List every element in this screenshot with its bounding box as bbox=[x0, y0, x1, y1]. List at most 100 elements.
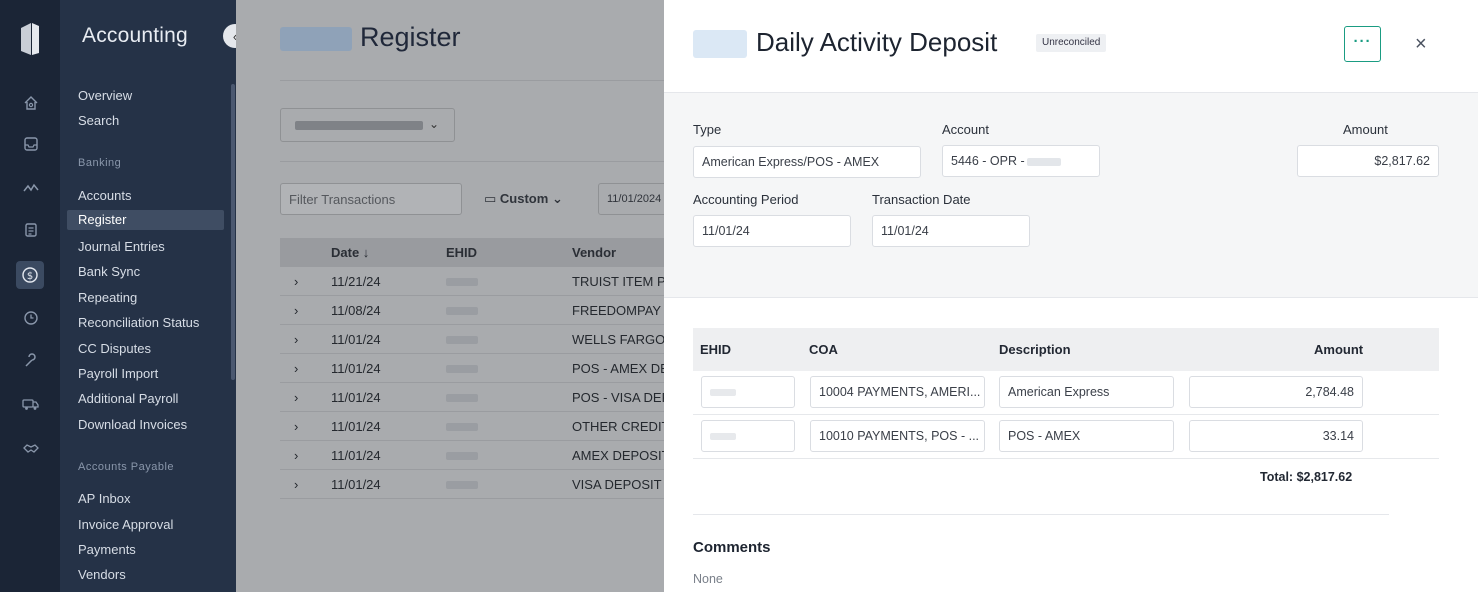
inbox-icon[interactable] bbox=[20, 133, 42, 155]
wrench-icon[interactable] bbox=[20, 350, 42, 372]
transaction-drawer: Daily Activity Deposit Unreconciled ··· … bbox=[664, 0, 1478, 592]
row-date: 11/08/24 bbox=[331, 303, 381, 318]
dollar-icon[interactable]: $ bbox=[16, 261, 44, 289]
sidebar-item-repeating[interactable]: Repeating bbox=[78, 288, 137, 308]
column-amount: Amount bbox=[1314, 342, 1364, 357]
row-ehid bbox=[446, 365, 478, 373]
date-range-custom-button[interactable]: ▭ Custom ⌄ bbox=[484, 191, 563, 207]
column-vendor[interactable]: Vendor bbox=[572, 245, 616, 260]
page-title: Register bbox=[360, 22, 461, 52]
sidebar-item-register[interactable]: Register bbox=[67, 210, 224, 230]
row-date: 11/01/24 bbox=[331, 477, 381, 492]
chevron-down-icon: ⌄ bbox=[428, 117, 439, 131]
sidebar-item-payments[interactable]: Payments bbox=[78, 540, 136, 560]
document-icon[interactable] bbox=[20, 219, 42, 241]
account-field[interactable]: 5446 - OPR - bbox=[942, 145, 1100, 177]
row-date: 11/21/24 bbox=[331, 274, 381, 289]
account-select[interactable]: ⌄ bbox=[280, 108, 455, 142]
lines-total: Total: $2,817.62 bbox=[1260, 470, 1353, 484]
sidebar-item-bank-sync[interactable]: Bank Sync bbox=[78, 262, 140, 282]
transaction-date-field[interactable]: 11/01/24 bbox=[872, 215, 1030, 247]
table-row[interactable]: › 11/01/24 OTHER CREDIT C bbox=[280, 412, 682, 441]
account-label: Account bbox=[942, 122, 989, 137]
divider bbox=[693, 514, 1389, 515]
row-vendor: WELLS FARGO V bbox=[572, 332, 678, 347]
line-ehid-field[interactable] bbox=[701, 376, 795, 408]
close-icon[interactable]: × bbox=[1415, 33, 1427, 56]
entity-selector[interactable] bbox=[280, 27, 352, 51]
line-amount-field[interactable]: 33.14 bbox=[1189, 420, 1363, 452]
table-row[interactable]: › 11/01/24 AMEX DEPOSIT bbox=[280, 441, 680, 470]
handshake-icon[interactable] bbox=[20, 437, 42, 459]
expand-icon[interactable]: › bbox=[294, 477, 298, 492]
truck-icon[interactable] bbox=[20, 393, 42, 415]
line-items-header: EHID COA Description Amount bbox=[693, 328, 1439, 371]
row-ehid bbox=[446, 336, 478, 344]
sidebar-item-cc-disputes[interactable]: CC Disputes bbox=[78, 339, 151, 359]
accounting-period-label: Accounting Period bbox=[693, 192, 799, 207]
accounting-period-field[interactable]: 11/01/24 bbox=[693, 215, 851, 247]
ehid-redacted bbox=[710, 433, 736, 441]
line-item-row: 10004 PAYMENTS, AMERI... American Expres… bbox=[693, 371, 1439, 415]
type-field[interactable]: American Express/POS - AMEX bbox=[693, 146, 921, 178]
sidebar-item-vendors[interactable]: Vendors bbox=[78, 565, 126, 585]
sidebar-item-journal-entries[interactable]: Journal Entries bbox=[78, 237, 165, 257]
register-page: Register ⌄ Filter Transactions ▭ Custom … bbox=[236, 0, 682, 592]
expand-icon[interactable]: › bbox=[294, 274, 298, 289]
chevron-down-icon: ⌄ bbox=[551, 191, 563, 206]
transaction-date-label: Transaction Date bbox=[872, 192, 971, 207]
divider bbox=[280, 80, 680, 81]
table-row[interactable]: › 11/21/24 TRUIST ITEM PR bbox=[280, 267, 680, 296]
sidebar-item-overview[interactable]: Overview bbox=[78, 86, 132, 106]
expand-icon[interactable]: › bbox=[294, 332, 298, 347]
logo-icon[interactable] bbox=[19, 20, 41, 58]
expand-icon[interactable]: › bbox=[294, 419, 298, 434]
svg-text:$: $ bbox=[27, 271, 33, 282]
filter-transactions-input[interactable]: Filter Transactions bbox=[280, 183, 462, 215]
sidebar-item-additional-payroll[interactable]: Additional Payroll bbox=[78, 389, 178, 409]
account-value: 5446 - OPR - bbox=[951, 154, 1025, 168]
clock-icon[interactable] bbox=[20, 307, 42, 329]
table-row[interactable]: › 11/01/24 POS - VISA DEPO bbox=[280, 383, 680, 412]
activity-icon[interactable] bbox=[20, 177, 42, 199]
row-ehid bbox=[446, 481, 478, 489]
expand-icon[interactable]: › bbox=[294, 448, 298, 463]
row-date: 11/01/24 bbox=[331, 390, 381, 405]
row-vendor: FREEDOMPAY bbox=[572, 303, 662, 318]
calendar-icon: ▭ bbox=[484, 191, 497, 206]
line-ehid-field[interactable] bbox=[701, 420, 795, 452]
sidebar-item-ap-inbox[interactable]: AP Inbox bbox=[78, 489, 131, 509]
sidebar: Accounting ‹ Overview Search Banking Acc… bbox=[60, 0, 247, 592]
table-header: Date ↓ EHID Vendor bbox=[280, 238, 680, 267]
line-amount-field[interactable]: 2,784.48 bbox=[1189, 376, 1363, 408]
sidebar-item-reconciliation-status[interactable]: Reconciliation Status bbox=[78, 313, 199, 333]
line-coa-field[interactable]: 10010 PAYMENTS, POS - ... bbox=[810, 420, 985, 452]
table-row[interactable]: › 11/08/24 FREEDOMPAY bbox=[280, 296, 680, 325]
sidebar-item-payroll-import[interactable]: Payroll Import bbox=[78, 364, 158, 384]
table-row[interactable]: › 11/01/24 POS - AMEX DEI bbox=[280, 354, 680, 383]
column-date[interactable]: Date ↓ bbox=[331, 245, 369, 260]
expand-icon[interactable]: › bbox=[294, 390, 298, 405]
sidebar-item-download-invoices[interactable]: Download Invoices bbox=[78, 415, 187, 435]
expand-icon[interactable]: › bbox=[294, 303, 298, 318]
more-actions-button[interactable]: ··· bbox=[1344, 26, 1381, 62]
section-accounts-payable: Accounts Payable bbox=[78, 461, 175, 473]
app-title: Accounting bbox=[82, 24, 188, 47]
amount-field[interactable]: $2,817.62 bbox=[1297, 145, 1439, 177]
line-coa-field[interactable]: 10004 PAYMENTS, AMERI... bbox=[810, 376, 985, 408]
expand-icon[interactable]: › bbox=[294, 361, 298, 376]
amount-label: Amount bbox=[1343, 122, 1388, 137]
line-description-field[interactable]: American Express bbox=[999, 376, 1174, 408]
table-row[interactable]: › 11/01/24 WELLS FARGO V bbox=[280, 325, 680, 354]
line-description-field[interactable]: POS - AMEX bbox=[999, 420, 1174, 452]
home-icon[interactable] bbox=[20, 92, 42, 114]
sidebar-item-accounts[interactable]: Accounts bbox=[78, 186, 131, 206]
column-description: Description bbox=[999, 342, 1071, 357]
sidebar-scrollbar[interactable] bbox=[231, 84, 235, 380]
table-row[interactable]: › 11/01/24 VISA DEPOSIT bbox=[280, 470, 680, 499]
row-date: 11/01/24 bbox=[331, 361, 381, 376]
sidebar-item-search[interactable]: Search bbox=[78, 111, 119, 131]
column-ehid[interactable]: EHID bbox=[446, 245, 477, 260]
sidebar-item-invoice-approval[interactable]: Invoice Approval bbox=[78, 515, 173, 535]
row-vendor: AMEX DEPOSIT bbox=[572, 448, 670, 463]
